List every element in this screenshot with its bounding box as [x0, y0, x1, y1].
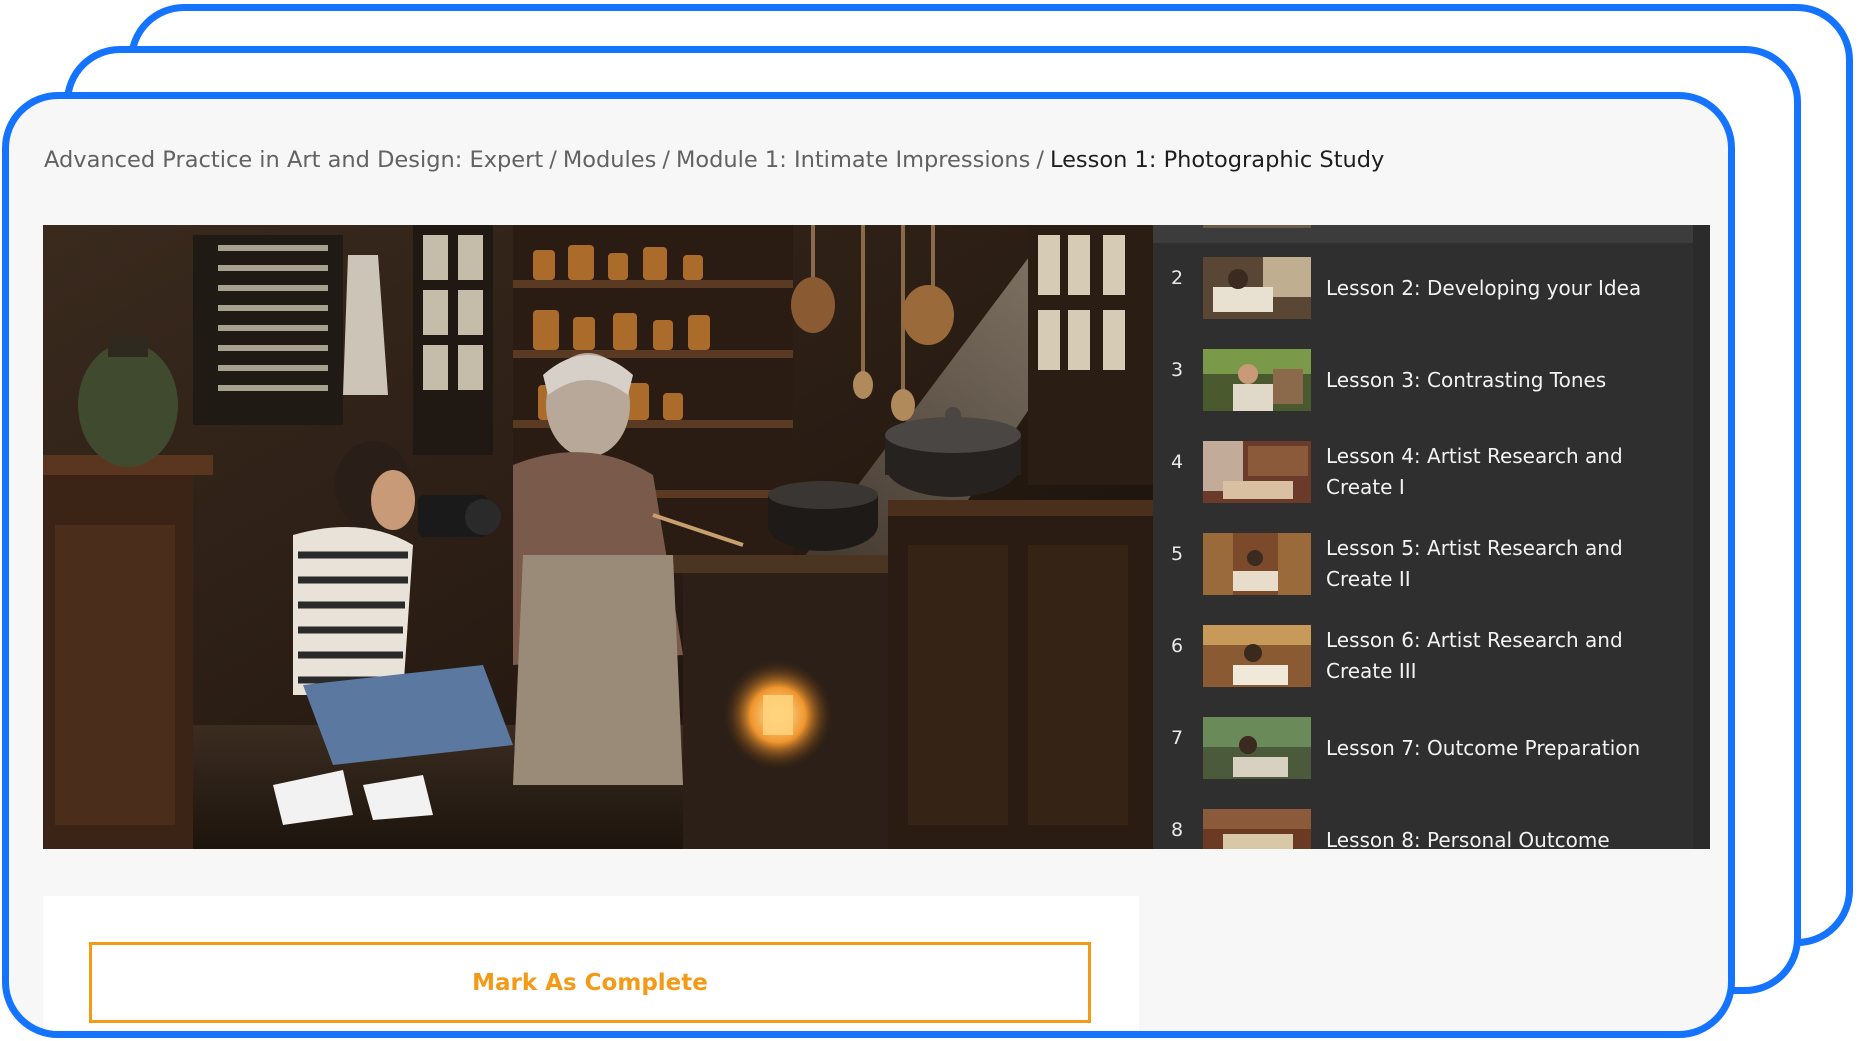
- kitchen-photography-scene-image: [43, 225, 1153, 849]
- breadcrumb-modules-link[interactable]: Modules: [563, 147, 657, 173]
- lesson-list-item-3[interactable]: 3 Lesson 3: Contrasting Tones: [1153, 349, 1693, 433]
- lesson-title: Lesson 8: Personal Outcome: [1326, 827, 1610, 850]
- lesson-actions-panel: Mark As Complete: [43, 896, 1139, 1031]
- lesson-list-item-4[interactable]: 4 Lesson 4: Artist Research and Create I: [1153, 441, 1693, 525]
- lesson-number: 6: [1171, 635, 1184, 657]
- lesson-thumbnail: [1203, 717, 1311, 779]
- mark-as-complete-button[interactable]: Mark As Complete: [89, 942, 1091, 1023]
- lesson-thumbnail: [1203, 809, 1311, 849]
- lesson-list-item-8[interactable]: 8 Lesson 8: Personal Outcome: [1153, 809, 1693, 849]
- breadcrumb-separator: /: [1036, 147, 1044, 173]
- lesson-list-item-5[interactable]: 5 Lesson 5: Artist Research and Create I…: [1153, 533, 1693, 617]
- lesson-title: Lesson 6: Artist Research and Create III: [1326, 628, 1623, 683]
- lesson-hero-image[interactable]: [43, 225, 1153, 849]
- lesson-title: Lesson 3: Contrasting Tones: [1326, 367, 1607, 392]
- lesson-list-panel: 2 Lesson 2: Developing your Idea 3 Lesso…: [1153, 225, 1710, 849]
- lesson-list-scrollbar[interactable]: [1693, 225, 1710, 849]
- lesson-number: 2: [1171, 267, 1184, 289]
- lesson-media: 2 Lesson 2: Developing your Idea 3 Lesso…: [43, 225, 1710, 849]
- breadcrumb: Advanced Practice in Art and Design: Exp…: [44, 147, 1384, 173]
- breadcrumb-current-lesson: Lesson 1: Photographic Study: [1049, 147, 1385, 173]
- lesson-number: 5: [1171, 543, 1184, 565]
- lesson-list-item-2[interactable]: 2 Lesson 2: Developing your Idea: [1153, 257, 1693, 341]
- lesson-number: 7: [1171, 727, 1184, 749]
- lesson-number: 8: [1171, 819, 1184, 841]
- lesson-title: Lesson 7: Outcome Preparation: [1326, 735, 1641, 760]
- lesson-thumbnail: [1203, 225, 1311, 228]
- lesson-thumbnail: [1203, 257, 1311, 319]
- lesson-title: Lesson 4: Artist Research and Create I: [1326, 444, 1623, 499]
- lesson-title: Lesson 5: Artist Research and Create II: [1326, 536, 1623, 591]
- lesson-thumbnail: [1203, 441, 1311, 503]
- breadcrumb-course-link[interactable]: Advanced Practice in Art and Design: Exp…: [44, 147, 543, 173]
- lesson-thumbnail: [1203, 533, 1311, 595]
- lesson-title: Lesson 2: Developing your Idea: [1326, 275, 1642, 300]
- lesson-list-previous-item-stub[interactable]: [1153, 225, 1693, 243]
- lesson-list-item-6[interactable]: 6 Lesson 6: Artist Research and Create I…: [1153, 625, 1693, 709]
- breadcrumb-separator: /: [549, 147, 557, 173]
- lesson-thumbnail: [1203, 349, 1311, 411]
- breadcrumb-module-link[interactable]: Module 1: Intimate Impressions: [676, 147, 1030, 173]
- lesson-page-card: Advanced Practice in Art and Design: Exp…: [2, 92, 1735, 1038]
- lesson-thumbnail: [1203, 625, 1311, 687]
- breadcrumb-separator: /: [662, 147, 670, 173]
- lesson-number: 3: [1171, 359, 1184, 381]
- lesson-list-item-7[interactable]: 7 Lesson 7: Outcome Preparation: [1153, 717, 1693, 801]
- lesson-number: 4: [1171, 451, 1184, 473]
